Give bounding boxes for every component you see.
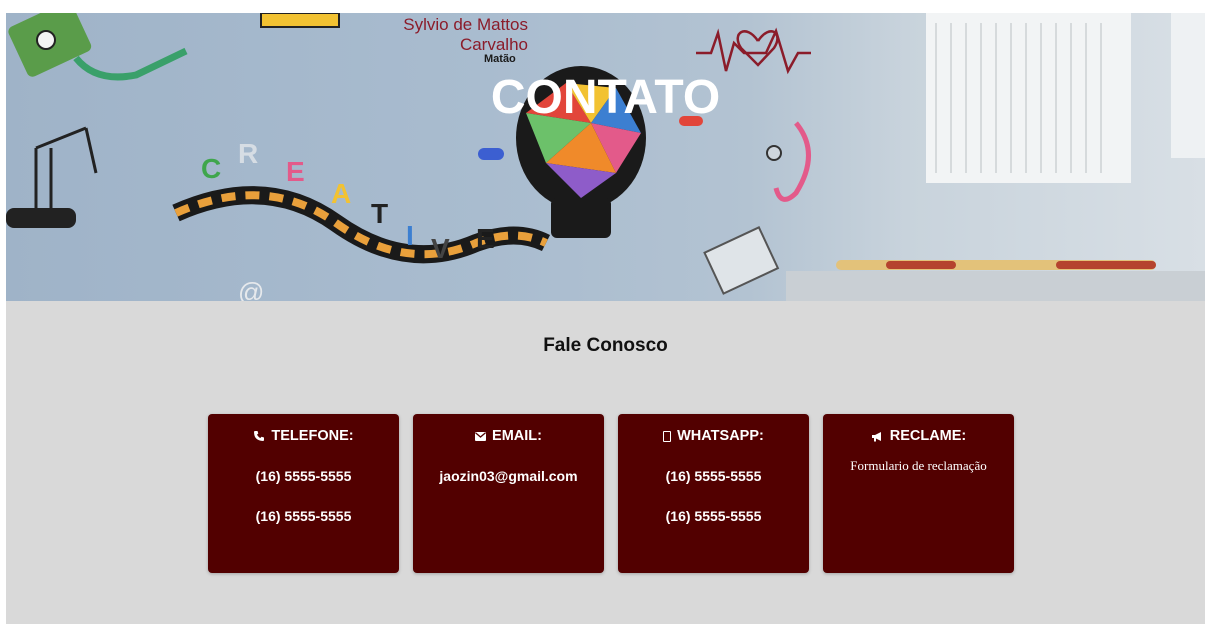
hero-banner: C R E A T I V E @ Sylvio de Mattos Carva…: [6, 13, 1205, 301]
card-whatsapp[interactable]: WHATSAPP: (16) 5555-5555 (16) 5555-5555: [618, 414, 809, 573]
page-title: CONTATO: [490, 71, 721, 124]
megaphone-icon: [871, 431, 884, 442]
card-reclame[interactable]: RECLAME: Formulario de reclamação: [823, 414, 1014, 573]
svg-text:E: E: [476, 223, 495, 254]
contact-cards: TELEFONE: (16) 5555-5555 (16) 5555-5555 …: [208, 414, 1014, 573]
svg-text:I: I: [406, 220, 414, 251]
card-telefone[interactable]: TELEFONE: (16) 5555-5555 (16) 5555-5555: [208, 414, 399, 573]
card-heading: EMAIL:: [413, 428, 604, 444]
complaint-form-link[interactable]: Formulario de reclamação: [823, 458, 1014, 474]
svg-text:@: @: [238, 277, 264, 301]
svg-text:A: A: [331, 178, 351, 209]
email-address[interactable]: jaozin03@gmail.com: [413, 468, 604, 484]
mail-icon: [475, 431, 487, 441]
card-heading: TELEFONE:: [208, 428, 399, 444]
card-email[interactable]: EMAIL: jaozin03@gmail.com: [413, 414, 604, 573]
svg-text:C: C: [201, 153, 221, 184]
card-heading: WHATSAPP:: [618, 428, 809, 444]
phone-number[interactable]: (16) 5555-5555: [208, 508, 399, 524]
whatsapp-number[interactable]: (16) 5555-5555: [618, 508, 809, 524]
mural-city: Matão: [484, 53, 516, 65]
svg-text:V: V: [431, 233, 450, 264]
svg-text:E: E: [286, 156, 305, 187]
svg-text:T: T: [371, 198, 388, 229]
mural-name: Sylvio de Mattos Carvalho: [403, 15, 528, 54]
mural-illustration: C R E A T I V E @: [6, 13, 1205, 301]
phone-icon: [253, 430, 265, 442]
section-title: Fale Conosco: [543, 335, 668, 356]
card-heading: RECLAME:: [823, 428, 1014, 444]
phone-number[interactable]: (16) 5555-5555: [208, 468, 399, 484]
whatsapp-number[interactable]: (16) 5555-5555: [618, 468, 809, 484]
page: C R E A T I V E @ Sylvio de Mattos Carva…: [6, 13, 1205, 624]
whatsapp-icon: [663, 430, 672, 442]
svg-text:R: R: [238, 138, 258, 169]
